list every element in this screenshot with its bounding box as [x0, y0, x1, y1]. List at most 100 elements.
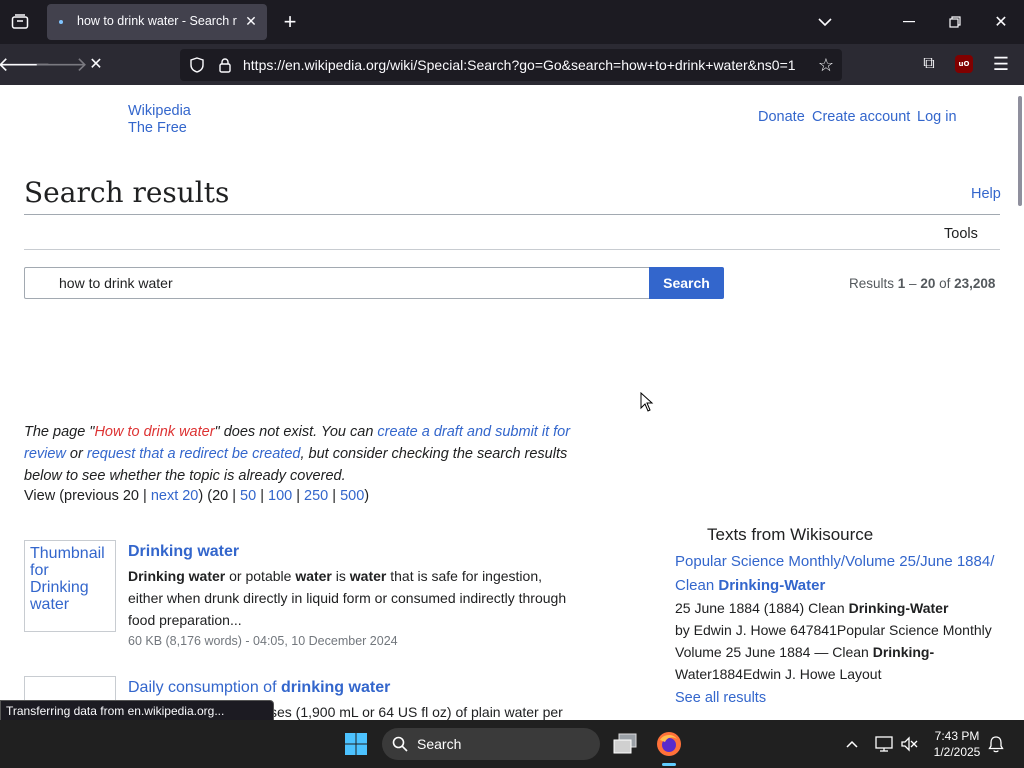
- snippet-text: or potable: [225, 568, 296, 584]
- clock[interactable]: 7:43 PM 1/2/2025: [928, 728, 986, 760]
- request-redirect-link[interactable]: request that a redirect be created: [87, 446, 301, 462]
- create-account-link[interactable]: Create account: [812, 109, 910, 125]
- notice-text-3: or: [65, 446, 87, 462]
- tools-divider: [24, 249, 1000, 250]
- page-title: Search results: [24, 176, 230, 209]
- see-all-results-link[interactable]: See all results: [675, 690, 766, 706]
- log-in-link[interactable]: Log in: [917, 109, 957, 125]
- url-text[interactable]: https://en.wikipedia.org/wiki/Special:Se…: [243, 57, 803, 73]
- result-title-match: drinking water: [280, 679, 391, 696]
- wikisource-line: by Edwin J. Howe 647841Popular Science M…: [675, 622, 992, 638]
- limit-50-link[interactable]: 50: [240, 488, 256, 504]
- bookmark-star-icon[interactable]: ☆: [816, 55, 836, 75]
- loading-dot-icon: [59, 20, 63, 24]
- minimize-icon[interactable]: [898, 11, 920, 33]
- results-dash: –: [905, 276, 921, 291]
- snippet-match: water: [188, 568, 226, 584]
- thumbnail-alt-text: Thumbnail for Drinking water: [30, 545, 105, 613]
- results-total: 23,208: [954, 276, 996, 291]
- search-icon: [392, 736, 408, 752]
- list-all-tabs-icon[interactable]: [814, 11, 836, 33]
- result-thumbnail[interactable]: Thumbnail for Drinking water: [24, 540, 116, 632]
- search-input-value: how to drink water: [59, 275, 173, 291]
- menu-hamburger-icon[interactable]: ☰: [990, 53, 1012, 75]
- missing-page-link[interactable]: How to drink water: [94, 424, 214, 440]
- tab-overview-icon[interactable]: [8, 11, 32, 33]
- notice-text-2: " does not exist. You can: [214, 424, 378, 440]
- lock-icon[interactable]: [216, 56, 234, 74]
- search-input[interactable]: how to drink water: [24, 267, 650, 299]
- wikisource-link-match: Drinking-Water: [718, 577, 826, 594]
- pagination-prefix: View (previous 20 |: [24, 488, 151, 504]
- wikisource-match: Drinking-: [872, 644, 935, 660]
- results-prefix: Results: [849, 276, 898, 291]
- back-icon[interactable]: 🡐: [0, 53, 51, 76]
- wikisource-link[interactable]: Popular Science Monthly/Volume 25/June 1…: [675, 553, 994, 594]
- wikisource-link-part: Popular Science Monthly/Volume 25/June 1…: [675, 553, 995, 570]
- result-title-link[interactable]: Drinking water: [128, 543, 239, 561]
- result-title-part: Daily consumption of: [128, 679, 281, 696]
- task-view-icon[interactable]: [612, 732, 638, 756]
- firefox-taskbar-icon[interactable]: [655, 730, 683, 758]
- snippet-match: water: [349, 568, 387, 584]
- show-hidden-icons-chevron-icon[interactable]: [842, 734, 862, 754]
- taskbar-search-label: Search: [417, 736, 462, 752]
- wikisource-text: 25 June 1884 (1884) Clean: [675, 600, 849, 616]
- url-bar[interactable]: https://en.wikipedia.org/wiki/Special:Se…: [180, 49, 842, 81]
- close-tab-icon[interactable]: ✕: [243, 13, 259, 29]
- notification-bell-icon[interactable]: [986, 734, 1006, 754]
- logo-line-2: The Free: [128, 120, 187, 133]
- extensions-icon[interactable]: ⧉: [918, 53, 940, 75]
- restore-icon[interactable]: [944, 11, 966, 33]
- new-tab-icon[interactable]: +: [279, 9, 301, 34]
- tab-active[interactable]: how to drink water - Search results ✕: [47, 4, 267, 40]
- taskbar: Search 7:43 PM 1/2/2025: [0, 720, 1024, 768]
- pagination-mid: ) (20 |: [198, 488, 241, 504]
- search-button[interactable]: Search: [649, 267, 724, 299]
- result-snippet: Drinking water or potable water is water…: [128, 565, 578, 631]
- pagination-sep: |: [292, 488, 305, 504]
- clock-date: 1/2/2025: [933, 745, 981, 759]
- status-text: Transferring data from en.wikipedia.org.…: [6, 704, 225, 718]
- snippet-text: is: [331, 568, 350, 584]
- result-metadata: 60 KB (8,176 words) - 04:05, 10 December…: [128, 634, 398, 648]
- wikisource-line: Water1884Edwin J. Howe Layout: [675, 666, 882, 682]
- next-20-link[interactable]: next 20: [151, 488, 199, 504]
- page-scrollbar-thumb[interactable]: [1018, 96, 1022, 206]
- limit-500-link[interactable]: 500: [340, 488, 364, 504]
- tracking-protection-shield-icon[interactable]: [188, 56, 206, 74]
- limit-250-link[interactable]: 250: [304, 488, 328, 504]
- network-icon[interactable]: [874, 734, 894, 754]
- tab-title: how to drink water - Search results: [77, 14, 237, 28]
- taskbar-search[interactable]: Search: [382, 728, 600, 760]
- wikisource-text: Volume 25 June 1884 — Clean: [675, 644, 873, 660]
- missing-page-notice: The page "How to drink water" does not e…: [24, 421, 584, 487]
- wikisource-result: Popular Science Monthly/Volume 25/June 1…: [675, 550, 1010, 598]
- wikisource-snippet: 25 June 1884 (1884) Clean Drinking-Water…: [675, 597, 1010, 685]
- pagination-sep: |: [256, 488, 268, 504]
- wikisource-match: Drinking-Water: [848, 600, 949, 616]
- stop-loading-icon[interactable]: ✕: [84, 53, 108, 75]
- ublock-origin-icon[interactable]: uO: [955, 55, 973, 73]
- notice-text-1: The page ": [24, 424, 95, 440]
- wikisource-line: 25 June 1884 (1884) Clean Drinking-Water: [675, 597, 1010, 619]
- donate-link[interactable]: Donate: [758, 109, 805, 125]
- logo-line-1: Wikipedia: [128, 103, 191, 119]
- clock-time: 7:43 PM: [934, 729, 980, 743]
- tools-menu[interactable]: Tools: [944, 226, 978, 242]
- results-of: of: [935, 276, 955, 291]
- help-link[interactable]: Help: [971, 186, 1001, 202]
- snippet-match: Drinking: [128, 568, 185, 584]
- result-title-link[interactable]: Daily consumption of drinking water: [128, 679, 390, 697]
- pagination-end: ): [364, 488, 370, 504]
- pagination: View (previous 20 | next 20) (20 | 50 | …: [24, 488, 369, 504]
- close-window-icon[interactable]: ✕: [990, 11, 1012, 33]
- firefox-active-indicator: [662, 763, 676, 766]
- wikisource-heading: Texts from Wikisource: [707, 525, 874, 544]
- wikipedia-logo[interactable]: Wikipedia The Free: [128, 103, 208, 133]
- windows-start-icon[interactable]: [344, 732, 368, 756]
- limit-100-link[interactable]: 100: [268, 488, 292, 504]
- volume-muted-icon[interactable]: [899, 734, 919, 754]
- wikisource-line: Volume 25 June 1884 — Clean Drinking-: [675, 641, 1010, 663]
- forward-icon[interactable]: 🡒: [34, 53, 88, 76]
